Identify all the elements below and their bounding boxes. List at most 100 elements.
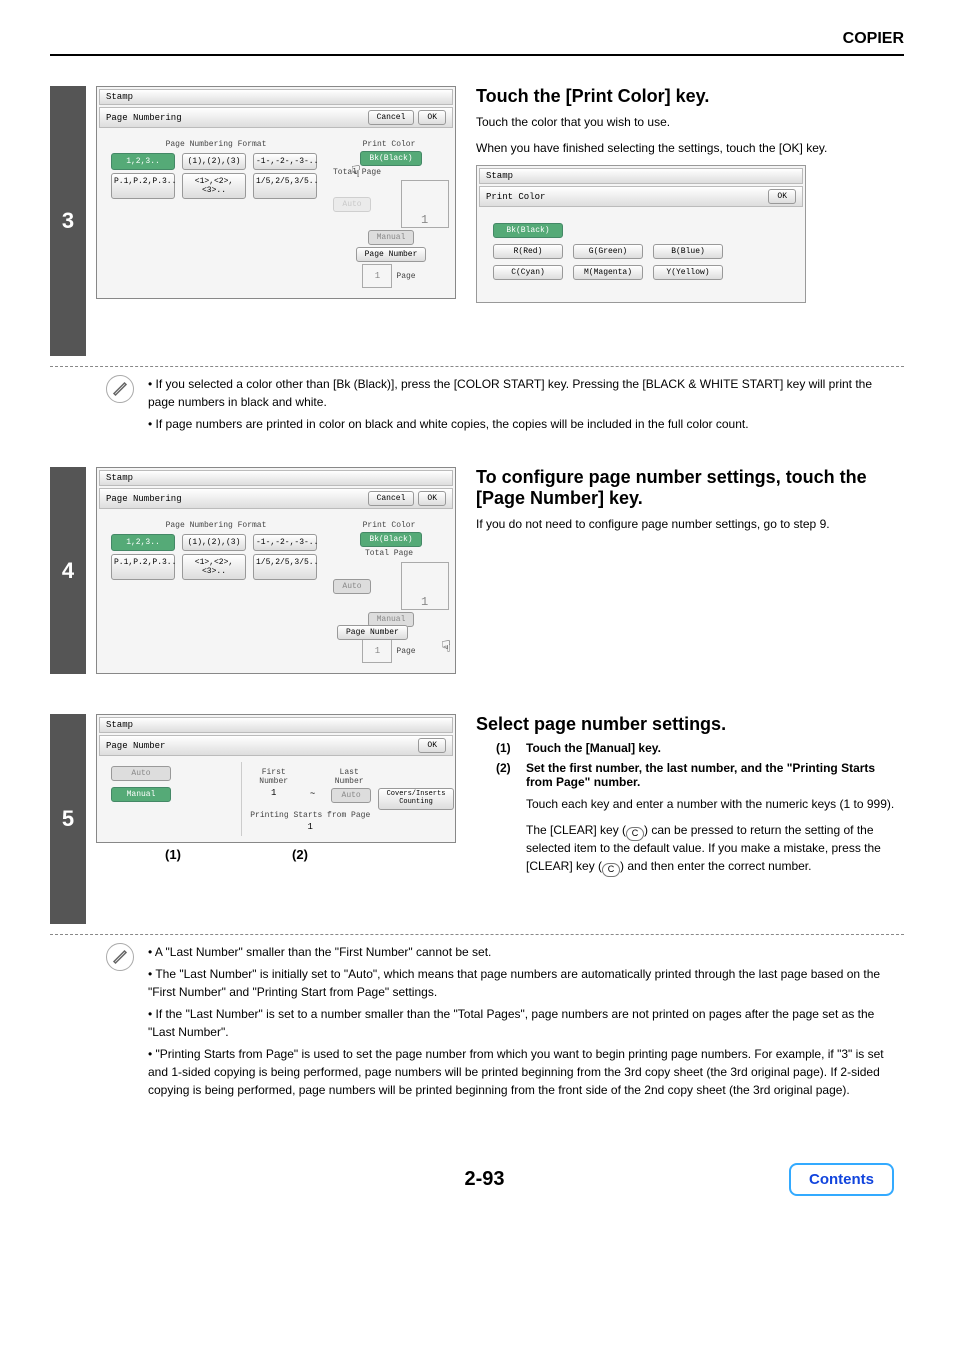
page-number-button-4[interactable]: Page Number [337,625,408,640]
fmt-1[interactable]: 1,2,3.. [111,153,175,170]
fmt4-2[interactable]: (1),(2),(3) [182,534,246,551]
page-number-button[interactable]: Page Number [356,247,427,262]
auto-button[interactable]: Auto [333,197,370,212]
total-page-label-4: Total Page [365,549,413,558]
printing-starts-field[interactable]: 1 [246,822,376,832]
fmt-5[interactable]: <1>,<2>,<3>.. [182,173,246,199]
page-preview-icon: 1 [401,180,449,228]
last-number-label: Last Number [323,768,375,786]
manual-button[interactable]: Manual [368,230,415,245]
sub2-num: (2) [496,761,526,883]
tilde: ~ [310,789,315,803]
panel-title-stamp: Stamp [99,89,453,105]
fmt4-1[interactable]: 1,2,3.. [111,534,175,551]
mini-title-stamp: Stamp [479,168,803,184]
fmt4-4[interactable]: P.1,P.2,P.3.. [111,554,175,580]
last-number-field[interactable]: Auto [331,788,371,803]
note-3-2: If page numbers are printed in color on … [148,415,894,433]
color-yellow[interactable]: Y(Yellow) [653,265,723,280]
sub1-text: Touch the [Manual] key. [526,741,661,755]
cursor-icon-4: ☟ [441,637,451,657]
panel-stamp-4: Stamp Page Numbering Cancel OK Page Numb… [96,467,456,674]
header-rule [50,54,904,56]
panel-print-color: Stamp Print Color OK Bk(Black) R(Red) G(… [476,165,806,303]
fmt-3[interactable]: -1-,-2-,-3-.. [253,153,317,170]
contents-button[interactable]: Contents [789,1163,894,1196]
step4-title: To configure page number settings, touch… [476,467,904,509]
step5-notes: A "Last Number" smaller than the "First … [148,943,894,1103]
callout-1: (1) [96,847,250,862]
clear-key-icon: C [626,827,644,841]
page-preview-icon-4: 1 [401,562,449,610]
step4-text1: If you do not need to configure page num… [476,515,904,533]
fmt4-5[interactable]: <1>,<2>,<3>.. [182,554,246,580]
color-red[interactable]: R(Red) [493,244,563,259]
note-5-1: A "Last Number" smaller than the "First … [148,943,894,961]
ok-button-5[interactable]: OK [418,738,446,753]
callout-2: (2) [250,847,350,862]
panel5-subtitle: Page Number [106,741,414,751]
panel-stamp-3: Stamp Page Numbering Cancel OK Page Numb… [96,86,456,299]
sub2a-text: Touch each key and enter a number with t… [526,795,904,813]
color-blue[interactable]: B(Blue) [653,244,723,259]
color-black[interactable]: Bk(Black) [493,223,563,238]
color-magenta[interactable]: M(Magenta) [573,265,643,280]
step3-text2: When you have finished selecting the set… [476,139,904,157]
print-color-button-4[interactable]: Bk(Black) [360,532,421,547]
fmt4-3[interactable]: -1-,-2-,-3-.. [253,534,317,551]
panel-stamp-5: Stamp Page Number OK Auto Manual [96,714,456,843]
fmt4-6[interactable]: 1/5,2/5,3/5.. [253,554,317,580]
mini-ok[interactable]: OK [768,189,796,204]
clear-key-icon-2: C [602,863,620,877]
section-header: COPIER [50,30,904,48]
manual-tab[interactable]: Manual [111,787,171,802]
format-label-4: Page Numbering Format [107,521,325,530]
auto-tab[interactable]: Auto [111,766,171,781]
step-number-4: 4 [50,467,86,674]
divider-5 [50,934,904,935]
print-color-label: Print Color [363,140,416,149]
note-5-4: "Printing Starts from Page" is used to s… [148,1045,894,1099]
cancel-button[interactable]: Cancel [368,110,415,125]
step-number-3: 3 [50,86,86,356]
cursor-icon: ☟ [351,162,361,182]
panel4-subtitle: Page Numbering [106,494,364,504]
start-page-box-4: 1 [362,639,392,663]
ok-button-4[interactable]: OK [418,491,446,506]
format-label: Page Numbering Format [107,140,325,149]
sub1-num: (1) [496,741,526,755]
step5-title: Select page number settings. [476,714,904,735]
note-icon [106,375,134,403]
note-3-1: If you selected a color other than [Bk (… [148,375,894,411]
step3-text1: Touch the color that you wish to use. [476,113,904,131]
step3-title: Touch the [Print Color] key. [476,86,904,107]
panel4-title: Stamp [99,470,453,486]
divider [50,366,904,367]
page-label: Page [396,272,415,281]
cancel-button-4[interactable]: Cancel [368,491,415,506]
sub2b-text: The [CLEAR] key (C) can be pressed to re… [526,821,904,875]
first-number-field[interactable]: 1 [246,788,302,798]
color-green[interactable]: G(Green) [573,244,643,259]
sub2-text: Set the first number, the last number, a… [526,761,904,789]
fmt-6[interactable]: 1/5,2/5,3/5.. [253,173,317,199]
print-color-button[interactable]: Bk(Black) [360,151,421,166]
fmt-4[interactable]: P.1,P.2,P.3.. [111,173,175,199]
note-5-2: The "Last Number" is initially set to "A… [148,965,894,1001]
page-label-4: Page [396,647,415,656]
panel5-title: Stamp [99,717,453,733]
start-page-box: 1 [362,264,392,288]
panel-subtitle: Page Numbering [106,113,364,123]
mini-subtitle: Print Color [486,192,764,202]
print-color-label-4: Print Color [363,521,416,530]
note-icon-5 [106,943,134,971]
note-5-3: If the "Last Number" is set to a number … [148,1005,894,1041]
fmt-2[interactable]: (1),(2),(3) [182,153,246,170]
color-cyan[interactable]: C(Cyan) [493,265,563,280]
ok-button[interactable]: OK [418,110,446,125]
page-number: 2-93 [464,1168,504,1191]
auto-button-4[interactable]: Auto [333,579,370,594]
covers-inserts-button[interactable]: Covers/Inserts Counting [378,788,455,809]
printing-starts-label: Printing Starts from Page [246,811,376,820]
step3-notes: If you selected a color other than [Bk (… [148,375,894,437]
